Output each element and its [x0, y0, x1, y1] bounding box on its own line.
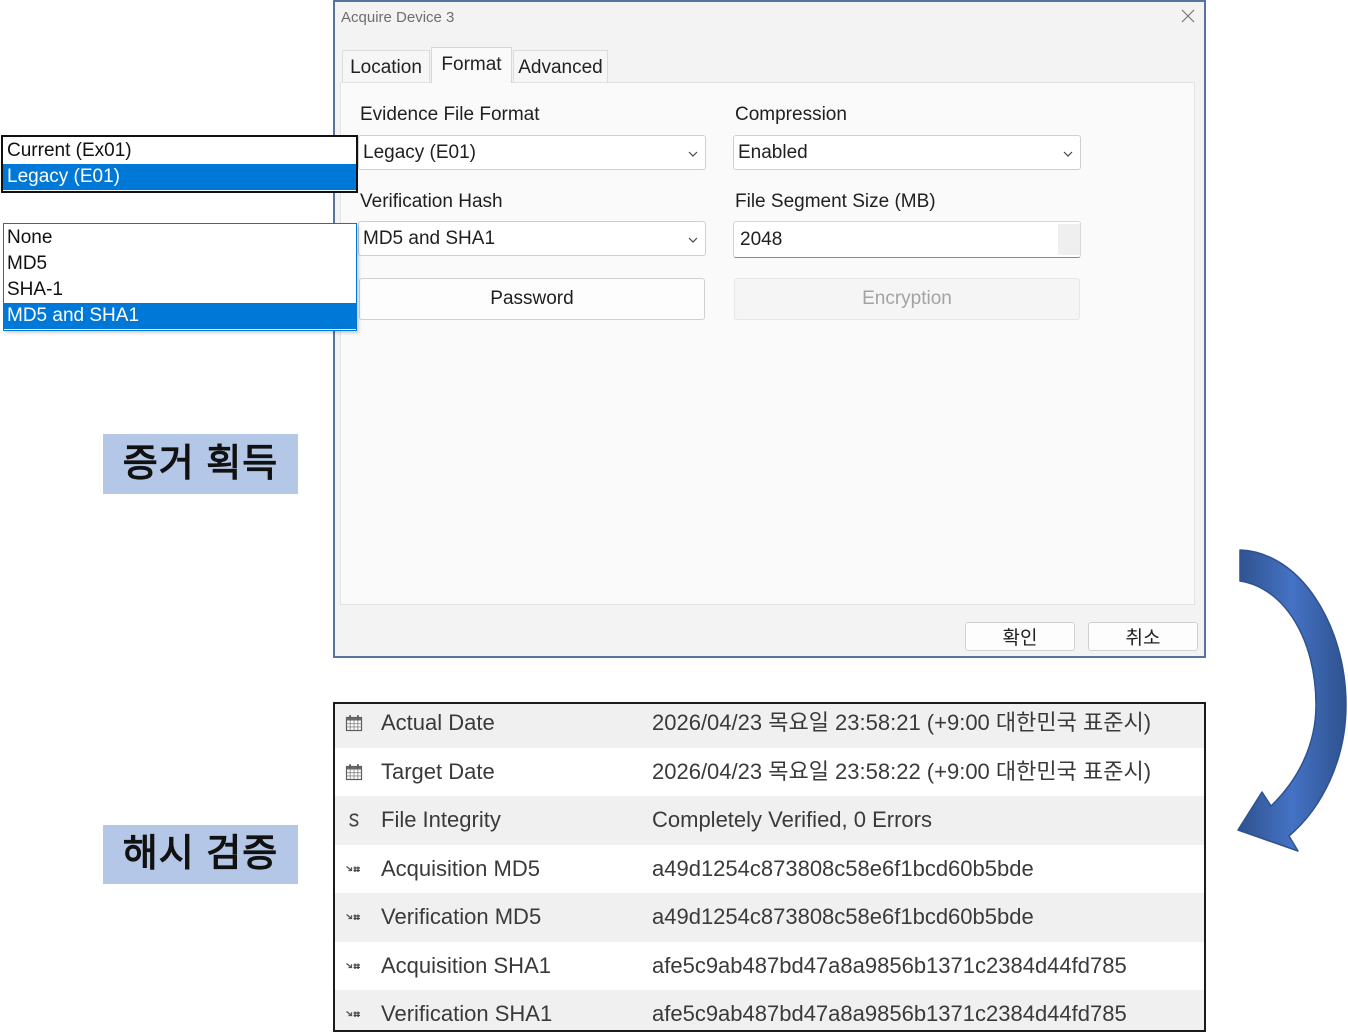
- table-row: Acquisition MD5 a49d1254c873808c58e6f1bc…: [335, 845, 1204, 894]
- dropdown-option[interactable]: Current (Ex01): [3, 138, 356, 164]
- file-segment-size-field: [733, 221, 1081, 258]
- row-value: afe5c9ab487bd47a8a9856b1371c2384d44fd785: [652, 1001, 1127, 1026]
- compression-select[interactable]: Enabled: [733, 135, 1081, 170]
- hash-icon: [345, 860, 363, 878]
- dialog-title: Acquire Device 3: [341, 9, 455, 26]
- row-label: Acquisition MD5: [381, 855, 540, 881]
- row-value: a49d1254c873808c58e6f1bcd60b5bde: [652, 904, 1034, 929]
- tab-location[interactable]: Location: [342, 50, 430, 82]
- dropdown-option[interactable]: None: [4, 225, 356, 251]
- verification-hash-label: Verification Hash: [360, 191, 503, 212]
- password-button[interactable]: Password: [359, 278, 705, 320]
- table-row: Target Date 2026/04/23 목요일 23:58:22 (+9:…: [335, 748, 1204, 797]
- acquisition-results-table: Actual Date 2026/04/23 목요일 23:58:21 (+9:…: [333, 702, 1206, 1032]
- row-label: Target Date: [381, 758, 495, 784]
- hash-icon: [345, 1005, 363, 1023]
- chevron-down-icon: [687, 147, 699, 159]
- close-button[interactable]: [1178, 6, 1198, 26]
- acquire-device-dialog: Acquire Device 3 Location Format Advance…: [333, 0, 1206, 658]
- row-value: Completely Verified, 0 Errors: [652, 807, 932, 832]
- file-segment-size-input[interactable]: [734, 222, 1054, 257]
- row-label: File Integrity: [381, 807, 501, 832]
- verification-hash-value: MD5 and SHA1: [363, 228, 496, 249]
- row-value: 2026/04/23 목요일 23:58:21 (+9:00 대한민국 표준시): [652, 710, 1152, 735]
- row-label: Actual Date: [381, 710, 495, 735]
- evidence-file-format-value: Legacy (E01): [363, 142, 477, 163]
- row-label: Verification SHA1: [381, 1001, 553, 1026]
- chevron-down-icon: [687, 233, 699, 245]
- close-icon: [1181, 9, 1195, 23]
- table-row: Acquisition SHA1 afe5c9ab487bd47a8a9856b…: [335, 942, 1204, 991]
- tab-advanced[interactable]: Advanced: [513, 50, 608, 82]
- row-label: Acquisition SHA1: [381, 952, 551, 978]
- hash-icon: [345, 957, 363, 975]
- file-segment-size-spinner[interactable]: [1058, 224, 1080, 255]
- evidence-format-dropdown-list: Current (Ex01) Legacy (E01): [1, 135, 358, 193]
- evidence-file-format-select[interactable]: Legacy (E01): [358, 135, 706, 170]
- row-value: afe5c9ab487bd47a8a9856b1371c2384d44fd785: [652, 952, 1127, 978]
- curved-arrow: [1237, 549, 1347, 852]
- dropdown-option[interactable]: MD5 and SHA1: [4, 303, 356, 329]
- dropdown-option[interactable]: MD5: [4, 251, 356, 277]
- row-label: Verification MD5: [381, 904, 542, 929]
- caption-evidence-acquisition: 증거 획득: [103, 434, 298, 494]
- table-row: Actual Date 2026/04/23 목요일 23:58:21 (+9:…: [335, 704, 1204, 748]
- integrity-icon: [345, 811, 363, 829]
- dropdown-option[interactable]: Legacy (E01): [3, 164, 356, 190]
- table-row: Verification SHA1 afe5c9ab487bd47a8a9856…: [335, 990, 1204, 1030]
- calendar-icon: [345, 763, 363, 781]
- compression-value: Enabled: [738, 142, 808, 163]
- caption-hash-verification: 해시 검증: [103, 825, 298, 884]
- tab-format[interactable]: Format: [431, 47, 512, 83]
- evidence-file-format-label: Evidence File Format: [360, 104, 540, 125]
- dropdown-option[interactable]: SHA-1: [4, 277, 356, 303]
- cancel-button[interactable]: 취소: [1088, 622, 1198, 651]
- ok-button[interactable]: 확인: [965, 622, 1075, 651]
- verification-hash-dropdown-list: None MD5 SHA-1 MD5 and SHA1: [3, 223, 357, 331]
- encryption-button[interactable]: Encryption: [734, 278, 1080, 320]
- chevron-down-icon: [1062, 147, 1074, 159]
- verification-hash-select[interactable]: MD5 and SHA1: [358, 221, 706, 256]
- table-row: Verification MD5 a49d1254c873808c58e6f1b…: [335, 893, 1204, 942]
- table-row: File Integrity Completely Verified, 0 Er…: [335, 796, 1204, 845]
- row-value: a49d1254c873808c58e6f1bcd60b5bde: [652, 855, 1034, 881]
- file-segment-size-label: File Segment Size (MB): [735, 191, 936, 212]
- row-value: 2026/04/23 목요일 23:58:22 (+9:00 대한민국 표준시): [652, 758, 1152, 784]
- compression-label: Compression: [735, 104, 847, 125]
- calendar-icon: [345, 714, 363, 732]
- hash-icon: [345, 908, 363, 926]
